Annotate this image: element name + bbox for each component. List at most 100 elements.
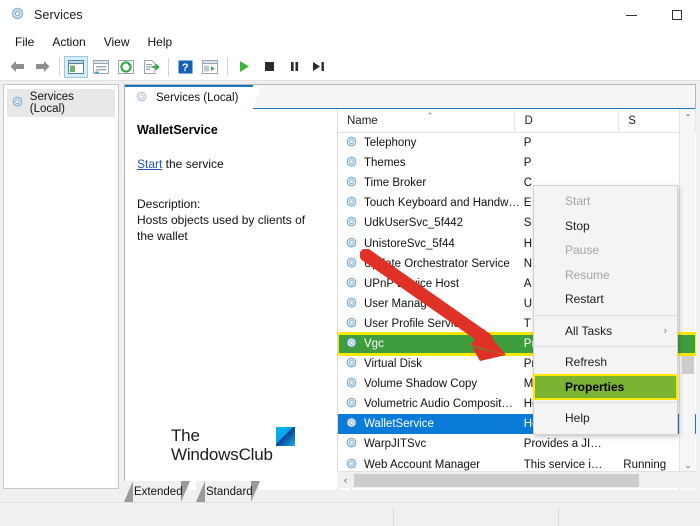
service-name-cell: Telephony bbox=[364, 137, 417, 150]
service-name-cell: User Profile Service bbox=[364, 317, 466, 330]
table-row[interactable]: Telephony P bbox=[338, 133, 696, 153]
maximize-button[interactable] bbox=[654, 0, 700, 30]
status-bar-divider bbox=[558, 507, 559, 526]
properties-icon[interactable] bbox=[198, 56, 222, 78]
service-name-cell: UPnP Device Host bbox=[364, 277, 460, 290]
context-menu-separator bbox=[535, 402, 676, 403]
context-menu-item-label: Stop bbox=[565, 218, 590, 233]
service-gear-icon bbox=[345, 397, 359, 411]
tab-label: Services (Local) bbox=[156, 92, 239, 104]
column-header-name[interactable]: Name ⌃ bbox=[338, 109, 516, 132]
toolbar-separator bbox=[59, 57, 60, 76]
mmc-body: Services (Local) Services (Local) Wallet… bbox=[0, 81, 700, 496]
service-gear-icon bbox=[345, 458, 359, 472]
scroll-up-button[interactable]: ⌃ bbox=[680, 109, 696, 125]
service-name-cell: UdkUserSvc_5f442 bbox=[364, 217, 464, 230]
start-service-icon[interactable] bbox=[232, 56, 256, 78]
service-name-cell: WalletService bbox=[364, 418, 434, 431]
context-menu-item-stop[interactable]: Stop bbox=[534, 214, 677, 239]
context-menu-item-resume: Resume bbox=[534, 263, 677, 288]
stop-service-icon[interactable] bbox=[257, 56, 281, 78]
scrollbar-thumb[interactable] bbox=[682, 352, 694, 374]
context-menu-item-label: Start bbox=[565, 194, 591, 209]
vertical-scrollbar[interactable]: ⌃ ⌄ bbox=[679, 109, 695, 490]
tab-standard[interactable]: Standard bbox=[196, 481, 260, 502]
context-menu-separator bbox=[535, 346, 676, 347]
service-name-cell: Web Account Manager bbox=[364, 458, 481, 471]
detail-description-text: Hosts objects used by clients of the wal… bbox=[137, 213, 306, 243]
watermark-line-2: WindowsClub bbox=[171, 445, 273, 464]
service-name-cell: Volume Shadow Copy bbox=[364, 378, 478, 391]
service-gear-icon bbox=[345, 257, 359, 271]
sort-ascending-icon: ⌃ bbox=[426, 111, 434, 121]
menu-help[interactable]: Help bbox=[139, 32, 182, 52]
service-gear-icon bbox=[345, 437, 359, 451]
service-name-cell: Volumetric Audio Composit… bbox=[364, 398, 513, 411]
service-name-cell: Update Orchestrator Service bbox=[364, 257, 510, 270]
tab-standard-label: Standard bbox=[206, 485, 253, 498]
export-list-icon[interactable] bbox=[89, 56, 113, 78]
context-menu-item-all-tasks[interactable]: All Tasks › bbox=[534, 319, 677, 344]
service-name-cell: Vgc bbox=[364, 337, 384, 350]
service-description-cell: P bbox=[523, 157, 532, 170]
tab-extended[interactable]: Extended bbox=[123, 481, 190, 502]
back-icon[interactable] bbox=[5, 56, 29, 78]
tab-services-local[interactable]: Services (Local) bbox=[125, 85, 262, 111]
context-menu-item-label: Properties bbox=[565, 379, 625, 394]
service-name-cell: WarpJITSvc bbox=[364, 438, 427, 451]
export-icon[interactable] bbox=[139, 56, 163, 78]
help-icon[interactable]: ? bbox=[173, 56, 197, 78]
services-gear-icon bbox=[11, 96, 25, 110]
context-menu-separator bbox=[535, 314, 676, 316]
column-header-description[interactable]: D bbox=[515, 109, 620, 132]
service-gear-icon bbox=[345, 196, 359, 210]
tab-extended-label: Extended bbox=[134, 485, 183, 498]
pause-service-icon[interactable] bbox=[282, 56, 306, 78]
service-description-cell: This service i… bbox=[523, 458, 603, 471]
menu-bar: File Action View Help bbox=[0, 30, 700, 53]
restart-service-icon[interactable] bbox=[307, 56, 331, 78]
start-service-link[interactable]: Start bbox=[137, 157, 162, 171]
toolbar-separator bbox=[168, 57, 169, 76]
service-gear-icon bbox=[345, 237, 359, 251]
table-row[interactable]: Themes P bbox=[338, 153, 696, 173]
view-tabs: Extended Standard bbox=[123, 481, 696, 502]
service-gear-icon bbox=[345, 417, 359, 431]
menu-action[interactable]: Action bbox=[43, 32, 94, 52]
service-gear-icon bbox=[345, 156, 359, 170]
context-menu-item-label: Resume bbox=[565, 267, 610, 282]
service-name-cell: User Manager bbox=[364, 297, 437, 310]
service-detail-panel: WalletService Start the service Descript… bbox=[125, 109, 337, 490]
context-menu-item-restart[interactable]: Restart bbox=[534, 287, 677, 312]
context-menu-item-properties[interactable]: Properties bbox=[533, 373, 678, 400]
forward-icon[interactable] bbox=[30, 56, 54, 78]
services-window: Services File Action View Help ? Service… bbox=[0, 0, 700, 526]
sidebar-item-services-local[interactable]: Services (Local) bbox=[7, 89, 115, 117]
console-tree-pane: Services (Local) bbox=[3, 84, 119, 489]
context-menu: Start Stop Pause Resume Restart All Tasks › Ref… bbox=[533, 185, 678, 435]
refresh-icon[interactable] bbox=[114, 56, 138, 78]
menu-view[interactable]: View bbox=[95, 32, 139, 52]
service-name-cell: Virtual Disk bbox=[364, 358, 422, 371]
window-caption-buttons bbox=[608, 0, 700, 30]
service-gear-icon bbox=[345, 216, 359, 230]
svg-text:?: ? bbox=[181, 62, 188, 74]
context-menu-item-refresh[interactable]: Refresh bbox=[534, 350, 677, 375]
service-gear-icon bbox=[345, 337, 359, 351]
service-description-cell: Provides a JI… bbox=[523, 438, 602, 451]
detail-action-suffix: the service bbox=[162, 157, 224, 171]
menu-file[interactable]: File bbox=[6, 32, 43, 52]
context-menu-item-help[interactable]: Help bbox=[534, 406, 677, 431]
service-description-cell: P bbox=[523, 137, 532, 150]
service-gear-icon bbox=[345, 317, 359, 331]
context-menu-item-label: All Tasks bbox=[565, 323, 613, 338]
show-hide-console-tree-icon[interactable] bbox=[64, 55, 88, 78]
windowsclub-logo-icon bbox=[275, 427, 295, 446]
table-row[interactable]: WarpJITSvc Provides a JI… bbox=[338, 434, 696, 454]
list-column-headers: Name ⌃ D S bbox=[338, 109, 696, 133]
context-menu-item-label: Help bbox=[565, 411, 590, 426]
detail-description-label: Description: bbox=[137, 197, 201, 211]
minimize-button[interactable] bbox=[608, 0, 654, 30]
service-gear-icon bbox=[345, 377, 359, 391]
services-gear-icon bbox=[135, 91, 149, 105]
